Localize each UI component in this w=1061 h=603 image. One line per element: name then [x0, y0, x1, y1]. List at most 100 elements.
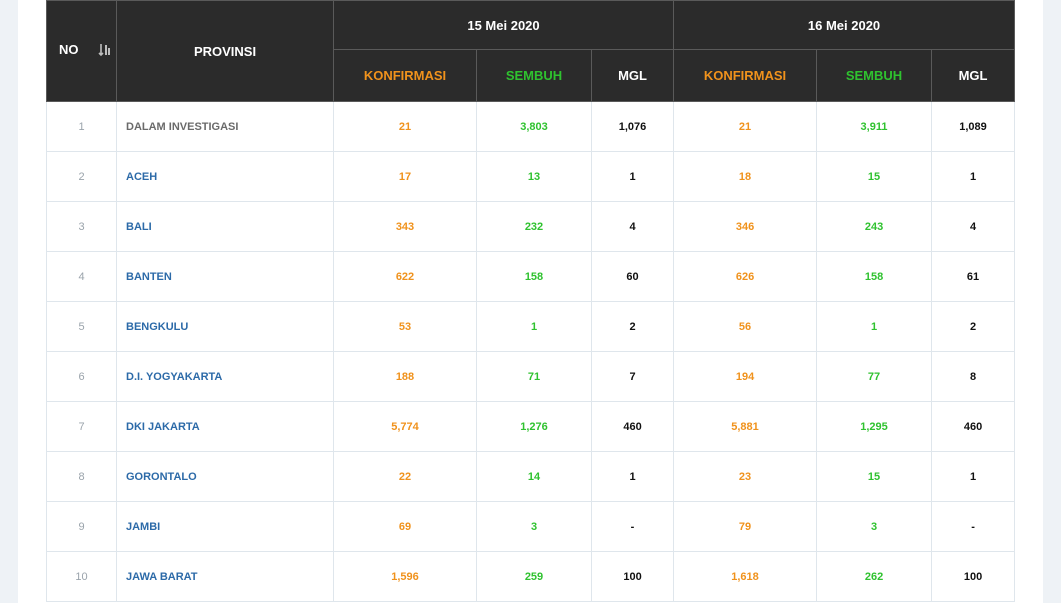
table-row: 2 ACEH 17 13 1 18 15 1: [46, 151, 1016, 202]
table-row: 8 GORONTALO 22 14 1 23 15 1: [46, 451, 1016, 502]
header-konfirmasi-2[interactable]: KONFIRMASI: [673, 49, 818, 102]
province-link[interactable]: JAMBI: [116, 501, 334, 552]
sembuh-15-mei: 14: [476, 451, 592, 502]
sembuh-15-mei: 232: [476, 201, 592, 252]
sembuh-16-mei: 158: [816, 251, 933, 302]
mgl-16-mei: 1,089: [931, 101, 1016, 152]
mgl-15-mei: 1: [590, 451, 675, 502]
row-number: 5: [46, 301, 117, 352]
header-date-2: 16 Mei 2020: [673, 0, 1016, 50]
row-number: 7: [46, 401, 117, 452]
province-link[interactable]: BALI: [116, 201, 334, 252]
row-number: 6: [46, 351, 117, 402]
table-row: 5 BENGKULU 53 1 2 56 1 2: [46, 301, 1016, 352]
table-row: 10 JAWA BARAT 1,596 259 100 1,618 262 10…: [46, 551, 1016, 602]
header-sembuh-1[interactable]: SEMBUH: [476, 49, 592, 102]
konfirmasi-15-mei: 53: [333, 301, 477, 352]
province-cases-table: NO PROVINSI 15 Mei 2020 16 Mei 2020 KONF…: [46, 0, 1016, 602]
mgl-16-mei: 100: [931, 551, 1016, 602]
row-number: 10: [46, 551, 117, 602]
mgl-15-mei: 1: [590, 151, 675, 202]
table-row: 7 DKI JAKARTA 5,774 1,276 460 5,881 1,29…: [46, 401, 1016, 452]
mgl-16-mei: -: [931, 501, 1016, 552]
sembuh-15-mei: 1: [476, 301, 592, 352]
header-no[interactable]: NO: [46, 0, 117, 102]
konfirmasi-15-mei: 17: [333, 151, 477, 202]
konfirmasi-16-mei: 346: [673, 201, 818, 252]
konfirmasi-16-mei: 23: [673, 451, 818, 502]
mgl-16-mei: 2: [931, 301, 1016, 352]
header-provinsi[interactable]: PROVINSI: [116, 0, 334, 102]
mgl-15-mei: 60: [590, 251, 675, 302]
header-mgl-2[interactable]: MGL: [931, 49, 1016, 102]
row-number: 9: [46, 501, 117, 552]
mgl-15-mei: 4: [590, 201, 675, 252]
mgl-16-mei: 4: [931, 201, 1016, 252]
konfirmasi-16-mei: 1,618: [673, 551, 818, 602]
province-name: DALAM INVESTIGASI: [116, 101, 334, 152]
table-row: 9 JAMBI 69 3 - 79 3 -: [46, 501, 1016, 552]
mgl-16-mei: 1: [931, 151, 1016, 202]
sembuh-16-mei: 15: [816, 151, 933, 202]
province-link[interactable]: GORONTALO: [116, 451, 334, 502]
province-link[interactable]: D.I. YOGYAKARTA: [116, 351, 334, 402]
sembuh-16-mei: 243: [816, 201, 933, 252]
konfirmasi-16-mei: 21: [673, 101, 818, 152]
mgl-15-mei: 460: [590, 401, 675, 452]
header-no-label: NO: [59, 42, 79, 58]
province-link[interactable]: ACEH: [116, 151, 334, 202]
mgl-15-mei: 2: [590, 301, 675, 352]
mgl-16-mei: 61: [931, 251, 1016, 302]
sembuh-15-mei: 1,276: [476, 401, 592, 452]
konfirmasi-15-mei: 343: [333, 201, 477, 252]
konfirmasi-15-mei: 622: [333, 251, 477, 302]
sembuh-15-mei: 13: [476, 151, 592, 202]
sembuh-15-mei: 259: [476, 551, 592, 602]
header-konfirmasi-1[interactable]: KONFIRMASI: [333, 49, 477, 102]
konfirmasi-16-mei: 626: [673, 251, 818, 302]
sembuh-15-mei: 158: [476, 251, 592, 302]
konfirmasi-15-mei: 21: [333, 101, 477, 152]
konfirmasi-16-mei: 194: [673, 351, 818, 402]
row-number: 4: [46, 251, 117, 302]
konfirmasi-15-mei: 5,774: [333, 401, 477, 452]
province-link[interactable]: DKI JAKARTA: [116, 401, 334, 452]
sembuh-16-mei: 15: [816, 451, 933, 502]
sembuh-15-mei: 3,803: [476, 101, 592, 152]
province-link[interactable]: BANTEN: [116, 251, 334, 302]
row-number: 1: [46, 101, 117, 152]
header-date-1: 15 Mei 2020: [332, 0, 675, 50]
konfirmasi-15-mei: 188: [333, 351, 477, 402]
sembuh-16-mei: 77: [816, 351, 933, 402]
content-panel: NO PROVINSI 15 Mei 2020 16 Mei 2020 KONF…: [18, 0, 1043, 603]
konfirmasi-15-mei: 22: [333, 451, 477, 502]
sembuh-16-mei: 3: [816, 501, 933, 552]
konfirmasi-15-mei: 69: [333, 501, 477, 552]
sembuh-16-mei: 262: [816, 551, 933, 602]
mgl-15-mei: -: [590, 501, 675, 552]
row-number: 2: [46, 151, 117, 202]
table-row: 6 D.I. YOGYAKARTA 188 71 7 194 77 8: [46, 351, 1016, 402]
konfirmasi-16-mei: 18: [673, 151, 818, 202]
konfirmasi-15-mei: 1,596: [333, 551, 477, 602]
province-link[interactable]: JAWA BARAT: [116, 551, 334, 602]
konfirmasi-16-mei: 79: [673, 501, 818, 552]
row-number: 8: [46, 451, 117, 502]
header-sembuh-2[interactable]: SEMBUH: [816, 49, 933, 102]
konfirmasi-16-mei: 5,881: [673, 401, 818, 452]
sembuh-16-mei: 3,911: [816, 101, 933, 152]
mgl-16-mei: 1: [931, 451, 1016, 502]
mgl-15-mei: 1,076: [590, 101, 675, 152]
province-link[interactable]: BENGKULU: [116, 301, 334, 352]
sembuh-16-mei: 1,295: [816, 401, 933, 452]
sort-icon[interactable]: [98, 43, 112, 60]
table-row: 4 BANTEN 622 158 60 626 158 61: [46, 251, 1016, 302]
header-mgl-1[interactable]: MGL: [590, 49, 675, 102]
mgl-16-mei: 460: [931, 401, 1016, 452]
mgl-16-mei: 8: [931, 351, 1016, 402]
row-number: 3: [46, 201, 117, 252]
sembuh-15-mei: 3: [476, 501, 592, 552]
mgl-15-mei: 7: [590, 351, 675, 402]
konfirmasi-16-mei: 56: [673, 301, 818, 352]
sembuh-16-mei: 1: [816, 301, 933, 352]
